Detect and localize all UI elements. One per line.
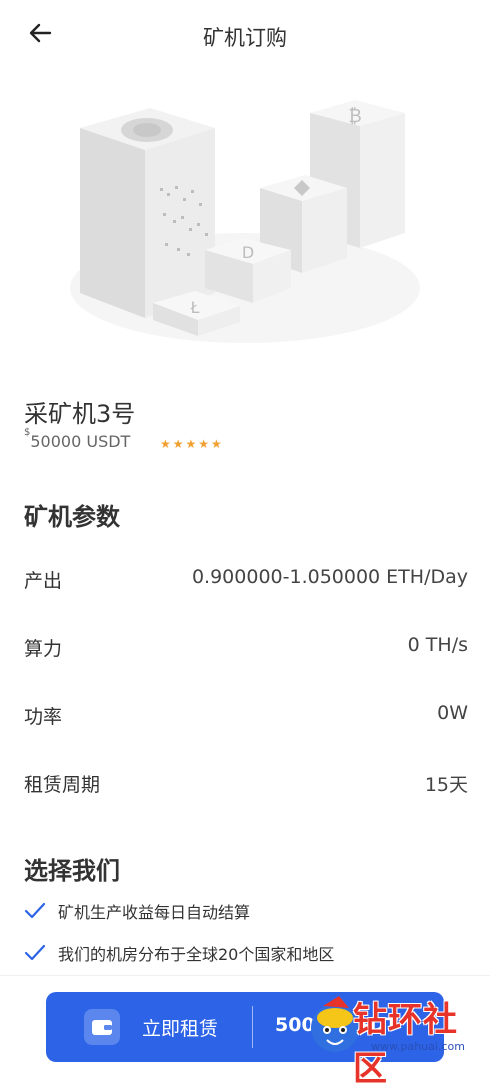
param-row-period: 租赁周期 15天: [24, 770, 468, 800]
param-value: 0 TH/s: [407, 634, 468, 656]
check-icon: [24, 902, 46, 919]
site-watermark: 钻环社区 www.pahuai.com: [305, 988, 487, 1089]
svg-text:Ł: Ł: [190, 298, 200, 317]
param-label: 功率: [24, 706, 63, 728]
why-item: 我们的机房分布于全球20个国家和地区: [24, 941, 468, 967]
check-icon: [24, 944, 46, 961]
why-item-text: 我们的机房分布于全球20个国家和地区: [58, 945, 335, 964]
param-label: 算力: [24, 638, 63, 660]
footer-divider: [0, 975, 490, 976]
param-row-power: 功率 0W: [24, 702, 468, 732]
product-name: 采矿机3号: [24, 400, 136, 428]
rent-now-label: 立即租赁: [142, 1018, 219, 1040]
why-item: 矿机生产收益每日自动结算: [24, 899, 468, 925]
bar-separator: [252, 1006, 253, 1048]
mining-rig-illustration: ₿ D Ł: [65, 88, 425, 348]
param-label: 产出: [24, 570, 63, 592]
price-currency-symbol: $: [24, 426, 31, 438]
svg-text:₿: ₿: [348, 106, 361, 127]
params-section-title: 矿机参数: [24, 503, 120, 531]
wallet-icon: [84, 1009, 120, 1045]
rating-stars: ★★★★★: [160, 437, 224, 451]
top-bar: 矿机订购: [0, 0, 490, 70]
param-label: 租赁周期: [24, 774, 101, 796]
product-price: $50000 USDT: [24, 427, 131, 451]
param-row-hashrate: 算力 0 TH/s: [24, 634, 468, 664]
page-title: 矿机订购: [203, 26, 287, 50]
price-value: 50000 USDT: [30, 432, 131, 451]
watermark-url: www.pahuai.com: [371, 1040, 465, 1053]
svg-text:D: D: [242, 243, 254, 262]
param-value: 15天: [424, 774, 468, 796]
why-section-title: 选择我们: [24, 857, 120, 885]
param-value: 0.900000-1.050000 ETH/Day: [191, 566, 468, 588]
param-row-output: 产出 0.900000-1.050000 ETH/Day: [24, 566, 468, 596]
param-value: 0W: [437, 702, 468, 724]
why-item-text: 矿机生产收益每日自动结算: [58, 903, 251, 922]
